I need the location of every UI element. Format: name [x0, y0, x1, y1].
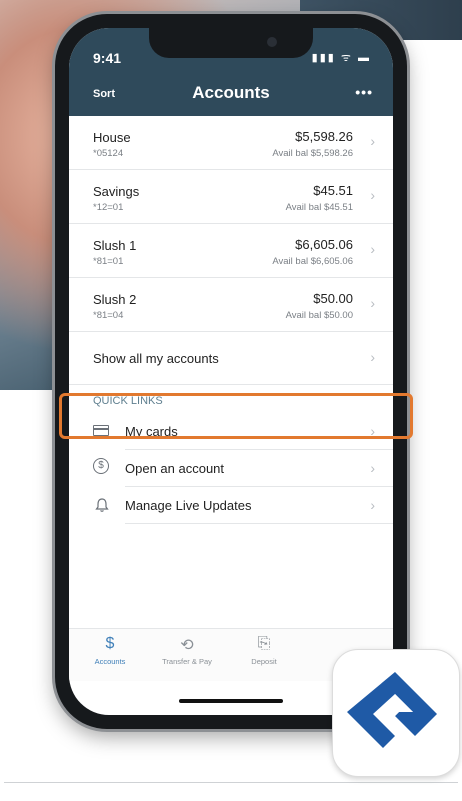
- bell-icon: [93, 497, 111, 513]
- paper-edge-line: [4, 782, 458, 783]
- quick-link-label: Manage Live Updates: [125, 498, 252, 513]
- chevron-right-icon: ›: [370, 241, 375, 257]
- account-number: *81=01: [93, 256, 124, 267]
- tab-label: Deposit: [251, 657, 277, 666]
- show-all-accounts-label: Show all my accounts: [93, 351, 219, 366]
- account-row-house[interactable]: House *05124 $5,598.26 Avail bal $5,598.…: [69, 116, 393, 170]
- quick-link-label: Open an account: [125, 461, 225, 476]
- account-row-slush-2[interactable]: Slush 2 *81=04 $50.00 Avail bal $50.00 ›: [69, 278, 393, 332]
- account-balance: $45.51: [313, 183, 353, 198]
- app-logo-icon: [332, 649, 460, 777]
- transfer-icon: ⟲: [180, 637, 194, 654]
- tab-accounts[interactable]: $ Accounts: [75, 635, 145, 666]
- account-number: *81=04: [93, 310, 124, 321]
- tab-transfer-pay[interactable]: ⟲ Transfer & Pay: [152, 635, 222, 666]
- phone-screen: 9:41 ▮▮▮ ᯤ ▬ Sort Accounts ••• House *05…: [69, 28, 393, 715]
- phone-frame: 9:41 ▮▮▮ ᯤ ▬ Sort Accounts ••• House *05…: [55, 14, 407, 729]
- account-balance: $5,598.26: [295, 129, 353, 144]
- account-name: Slush 2: [93, 292, 137, 307]
- account-balance: $6,605.06: [295, 237, 353, 252]
- deposit-icon: ⎘: [257, 635, 271, 652]
- chevron-right-icon: ›: [370, 349, 375, 365]
- tab-label: Accounts: [94, 657, 126, 666]
- account-number: *12=01: [93, 202, 124, 213]
- account-number: *05124: [93, 148, 124, 159]
- show-all-accounts-row[interactable]: Show all my accounts ›: [69, 332, 393, 385]
- bank-logo-icon: [347, 672, 437, 748]
- account-available-balance: Avail bal $45.51: [285, 202, 353, 213]
- status-time: 9:41: [93, 50, 122, 66]
- chevron-right-icon: ›: [370, 295, 375, 311]
- page-title: Accounts: [192, 83, 270, 102]
- highlight-box: [59, 393, 413, 439]
- more-options-icon[interactable]: •••: [355, 84, 373, 100]
- accounts-list: House *05124 $5,598.26 Avail bal $5,598.…: [69, 116, 393, 524]
- camera-icon: [267, 37, 277, 47]
- account-available-balance: Avail bal $50.00: [285, 310, 353, 321]
- account-balance: $50.00: [313, 291, 353, 306]
- chevron-right-icon: ›: [370, 460, 375, 476]
- chevron-right-icon: ›: [370, 133, 375, 149]
- account-name: Slush 1: [93, 238, 137, 253]
- chevron-right-icon: ›: [370, 497, 375, 513]
- chevron-right-icon: ›: [370, 187, 375, 203]
- signal-wifi-battery-icon: ▮▮▮ ᯤ ▬: [311, 52, 371, 64]
- quick-link-open-account[interactable]: $ Open an account ›: [93, 450, 393, 487]
- dollar-icon: $: [105, 635, 115, 652]
- notch: [149, 28, 313, 58]
- account-available-balance: Avail bal $6,605.06: [272, 256, 353, 267]
- dollar-circle-icon: $: [93, 458, 109, 474]
- tab-label: Transfer & Pay: [162, 657, 212, 666]
- account-row-savings[interactable]: Savings *12=01 $45.51 Avail bal $45.51 ›: [69, 170, 393, 224]
- account-available-balance: Avail bal $5,598.26: [272, 148, 353, 159]
- quick-link-manage-live-updates[interactable]: Manage Live Updates ›: [95, 487, 393, 524]
- account-row-slush-1[interactable]: Slush 1 *81=01 $6,605.06 Avail bal $6,60…: [69, 224, 393, 278]
- tab-deposit[interactable]: ⎘ Deposit: [229, 635, 299, 666]
- home-indicator: [179, 699, 283, 703]
- account-name: Savings: [93, 184, 140, 199]
- navigation-bar: Sort Accounts •••: [69, 72, 393, 116]
- account-name: House: [93, 130, 131, 145]
